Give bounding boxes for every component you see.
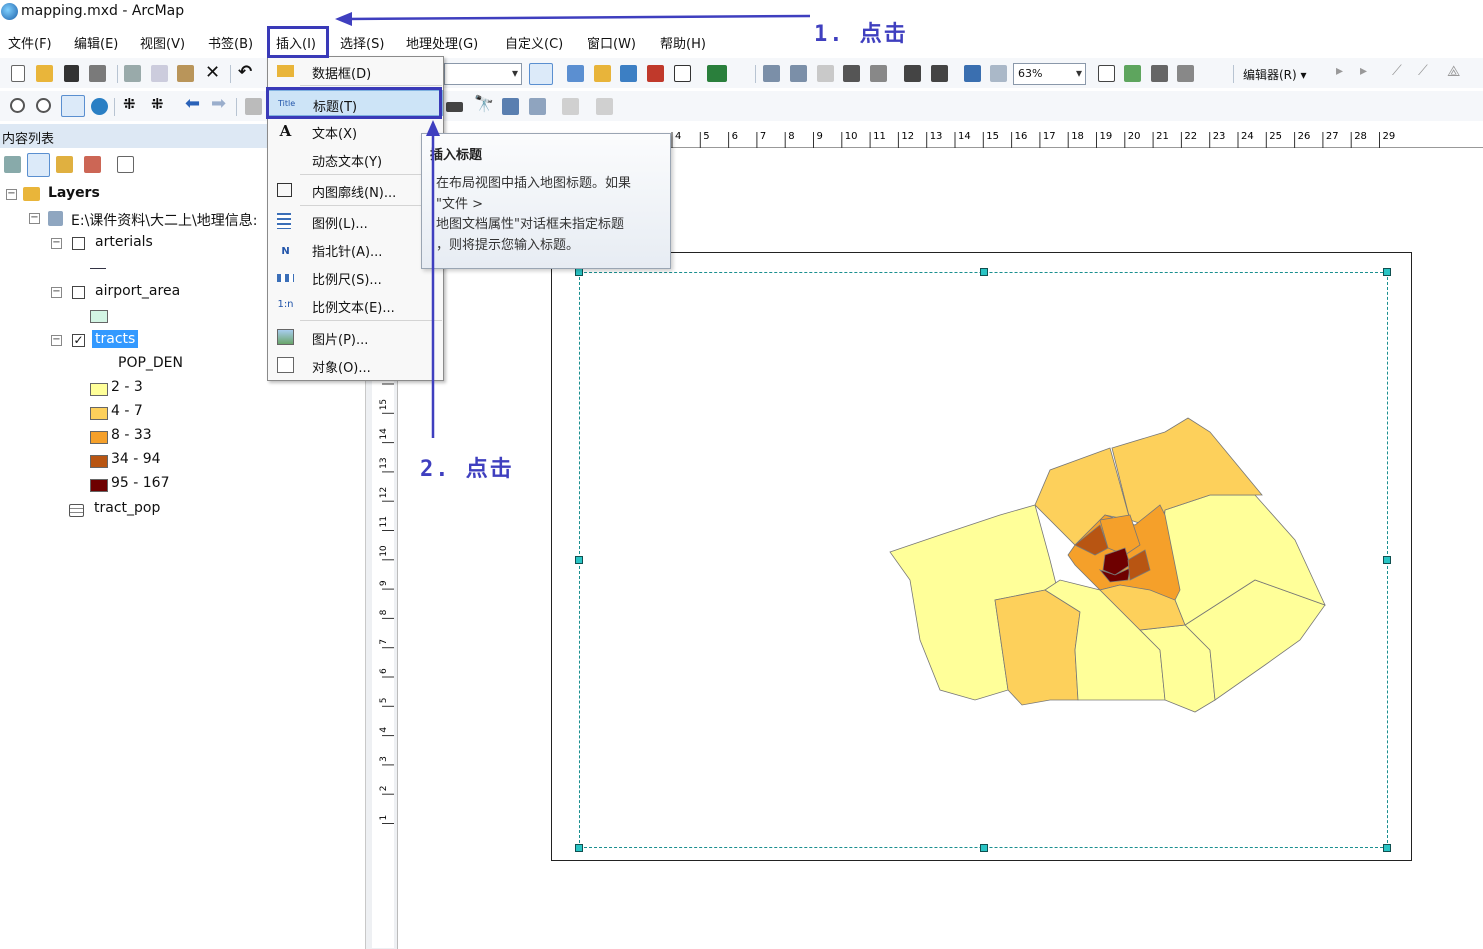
annotation-arrows	[335, 12, 811, 438]
step-2-label: 2. 点击	[420, 457, 514, 482]
step-1-label: 1. 点击	[814, 22, 908, 47]
